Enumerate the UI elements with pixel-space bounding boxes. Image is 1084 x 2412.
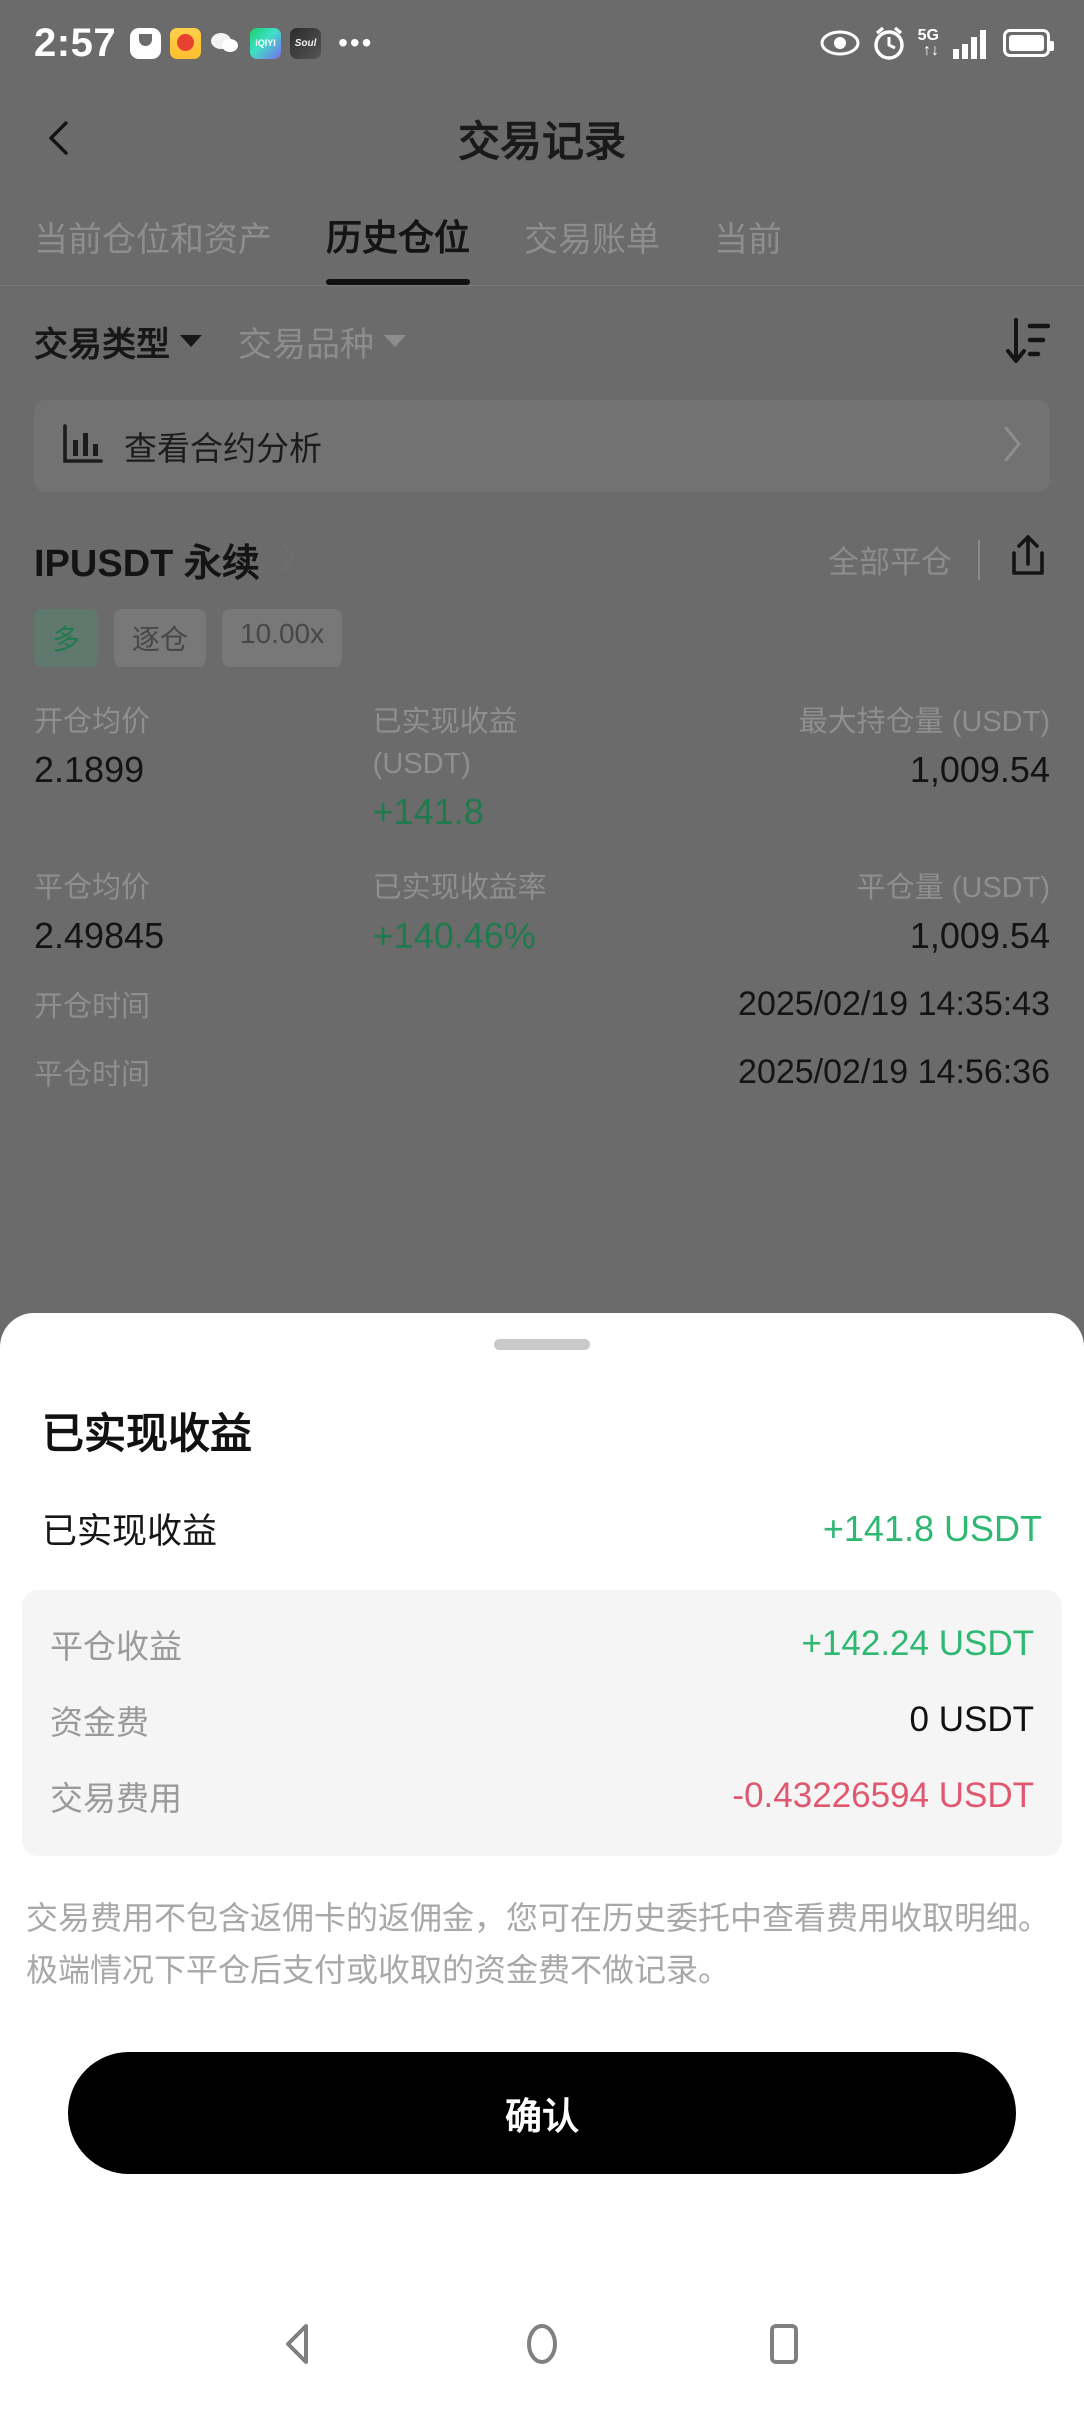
chevron-down-icon bbox=[384, 335, 406, 347]
tag-direction: 多 bbox=[34, 609, 99, 667]
metric-closed-size: 平仓量 (USDT) 1,009.54 bbox=[711, 867, 1050, 957]
position-symbol[interactable]: IPUSDT 永续 bbox=[34, 532, 260, 587]
filter-trade-symbol[interactable]: 交易品种 bbox=[238, 317, 406, 366]
status-bar-overflow-icon: ••• bbox=[338, 27, 374, 58]
tag-leverage: 10.00x bbox=[222, 609, 343, 667]
metric-max-position-size: 最大持仓量 (USDT) 1,009.54 bbox=[711, 701, 1050, 833]
status-bar-time: 2:57 bbox=[34, 20, 117, 65]
metric-value: +140.46% bbox=[372, 915, 536, 956]
sheet-disclaimer: 交易费用不包含返佣卡的返佣金，您可在历史委托中查看费用收取明细。极端情况下平仓后… bbox=[26, 1900, 1051, 1988]
sort-descending-icon[interactable] bbox=[1004, 316, 1051, 366]
sheet-summary-row: 已实现收益 +141.8 USDT bbox=[0, 1461, 1084, 1554]
eye-icon bbox=[820, 30, 860, 56]
breakdown-label: 平仓收益 bbox=[50, 1628, 182, 1665]
share-upload-icon[interactable] bbox=[1006, 533, 1050, 586]
position-card: IPUSDT 永续 全部平仓 多 逐仓 10.00x 开仓均价 2.1899 已… bbox=[0, 492, 1084, 1093]
sheet-drag-handle[interactable] bbox=[494, 1339, 590, 1350]
contract-analysis-label: 查看合约分析 bbox=[124, 430, 322, 467]
bar-chart-icon bbox=[60, 422, 104, 471]
close-time-label: 平仓时间 bbox=[34, 1059, 151, 1091]
open-time-value: 2025/02/19 14:35:43 bbox=[738, 984, 1050, 1023]
divider bbox=[978, 539, 980, 580]
battery-icon bbox=[1003, 29, 1054, 57]
position-close-time-row: 平仓时间 2025/02/19 14:56:36 bbox=[34, 1051, 1050, 1093]
metric-label-line1: 已实现收益 bbox=[372, 706, 518, 738]
chevron-down-icon bbox=[180, 335, 202, 347]
metric-label: 平仓均价 bbox=[34, 872, 151, 904]
position-metrics-row-1: 开仓均价 2.1899 已实现收益 (USDT) +141.8 最大持仓量 (U… bbox=[34, 701, 1050, 833]
alarm-icon bbox=[873, 26, 904, 60]
position-metrics-row-2: 平仓均价 2.49845 已实现收益率 +140.46% 平仓量 (USDT) … bbox=[34, 867, 1050, 957]
sheet-summary-label: 已实现收益 bbox=[42, 1512, 218, 1551]
wechat-icon bbox=[210, 28, 241, 59]
metric-realized-pnl[interactable]: 已实现收益 (USDT) +141.8 bbox=[373, 701, 712, 833]
metric-value: 2.1899 bbox=[34, 749, 145, 790]
tag-margin-mode: 逐仓 bbox=[114, 609, 207, 667]
tab-trade-bills[interactable]: 交易账单 bbox=[524, 212, 660, 285]
status-bar-app-icons: iQIYI Soul ••• bbox=[130, 27, 374, 59]
metric-label: 开仓均价 bbox=[34, 706, 151, 738]
tab-bar: 当前仓位和资产 历史仓位 交易账单 当前 bbox=[0, 190, 1084, 286]
weibo-icon bbox=[170, 27, 202, 59]
tab-history-positions[interactable]: 历史仓位 bbox=[326, 209, 471, 285]
sheet-title: 已实现收益 bbox=[42, 1410, 253, 1457]
breakdown-row-close-pnl: 平仓收益 +142.24 USDT bbox=[50, 1606, 1034, 1682]
position-status-label: 全部平仓 bbox=[828, 545, 952, 580]
open-time-label: 开仓时间 bbox=[34, 991, 151, 1023]
tuya-icon bbox=[130, 27, 162, 59]
confirm-button[interactable]: 确认 bbox=[68, 2052, 1016, 2174]
sheet-summary-value: +141.8 USDT bbox=[822, 1507, 1042, 1549]
status-bar-right-icons: 5G ↑↓ bbox=[820, 25, 1054, 61]
filter-bar: 交易类型 交易品种 bbox=[0, 286, 1084, 392]
breakdown-label: 交易费用 bbox=[50, 1780, 182, 1817]
confirm-button-wrapper: 确认 bbox=[0, 1996, 1084, 2174]
metric-value: 1,009.54 bbox=[909, 749, 1050, 790]
breakdown-row-funding-fee: 资金费 0 USDT bbox=[50, 1682, 1034, 1758]
position-tags: 多 逐仓 10.00x bbox=[34, 609, 1050, 667]
nav-home-icon[interactable] bbox=[516, 2318, 568, 2375]
android-nav-bar bbox=[0, 2280, 1084, 2412]
metric-value: 1,009.54 bbox=[909, 915, 1050, 956]
metric-value: +141.8 bbox=[372, 791, 484, 832]
back-chevron-icon[interactable] bbox=[40, 118, 80, 158]
contract-analysis-banner[interactable]: 查看合约分析 bbox=[34, 400, 1050, 492]
metric-realized-pnl-rate: 已实现收益率 +140.46% bbox=[373, 867, 712, 957]
nav-back-icon[interactable] bbox=[274, 2318, 326, 2375]
nav-recents-icon[interactable] bbox=[758, 2318, 810, 2375]
tab-current-orders[interactable]: 当前 bbox=[714, 212, 782, 285]
tab-current-positions[interactable]: 当前仓位和资产 bbox=[34, 212, 272, 285]
iqiyi-icon: iQIYI bbox=[250, 27, 282, 59]
breakdown-value: 0 USDT bbox=[909, 1700, 1034, 1739]
breakdown-value: -0.43226594 USDT bbox=[732, 1776, 1034, 1815]
metric-value: 2.49845 bbox=[34, 915, 165, 956]
signal-icon bbox=[953, 30, 986, 59]
realized-pnl-bottom-sheet: 已实现收益 已实现收益 +141.8 USDT 平仓收益 +142.24 USD… bbox=[0, 1313, 1084, 2412]
filter-trade-type[interactable]: 交易类型 bbox=[34, 317, 202, 366]
metric-label: 已实现收益率 bbox=[372, 872, 547, 904]
metric-label-line2: (USDT) bbox=[372, 748, 471, 780]
network-type-icon: 5G ↑↓ bbox=[917, 27, 939, 59]
metric-label: 最大持仓量 (USDT) bbox=[798, 706, 1050, 738]
close-time-value: 2025/02/19 14:56:36 bbox=[738, 1052, 1050, 1091]
filter-trade-type-label: 交易类型 bbox=[34, 325, 170, 364]
breakdown-label: 资金费 bbox=[50, 1704, 149, 1741]
chevron-right-icon[interactable] bbox=[278, 540, 298, 579]
filter-trade-symbol-label: 交易品种 bbox=[238, 325, 374, 364]
app-header: 交易记录 bbox=[0, 86, 1084, 190]
page-title: 交易记录 bbox=[457, 117, 626, 165]
status-bar: 2:57 iQIYI Soul ••• 5G ↑↓ bbox=[0, 0, 1084, 86]
soul-icon: Soul bbox=[290, 27, 322, 59]
metric-open-avg-price: 开仓均价 2.1899 bbox=[34, 701, 373, 833]
breakdown-row-trading-fee: 交易费用 -0.43226594 USDT bbox=[50, 1758, 1034, 1834]
chevron-right-icon bbox=[1002, 425, 1024, 468]
metric-label: 平仓量 (USDT) bbox=[856, 872, 1050, 904]
metric-close-avg-price: 平仓均价 2.49845 bbox=[34, 867, 373, 957]
position-header: IPUSDT 永续 全部平仓 bbox=[34, 532, 1050, 587]
breakdown-value: +142.24 USDT bbox=[801, 1624, 1035, 1663]
position-open-time-row: 开仓时间 2025/02/19 14:35:43 bbox=[34, 983, 1050, 1025]
pnl-breakdown-panel: 平仓收益 +142.24 USDT 资金费 0 USDT 交易费用 -0.432… bbox=[22, 1590, 1062, 1856]
